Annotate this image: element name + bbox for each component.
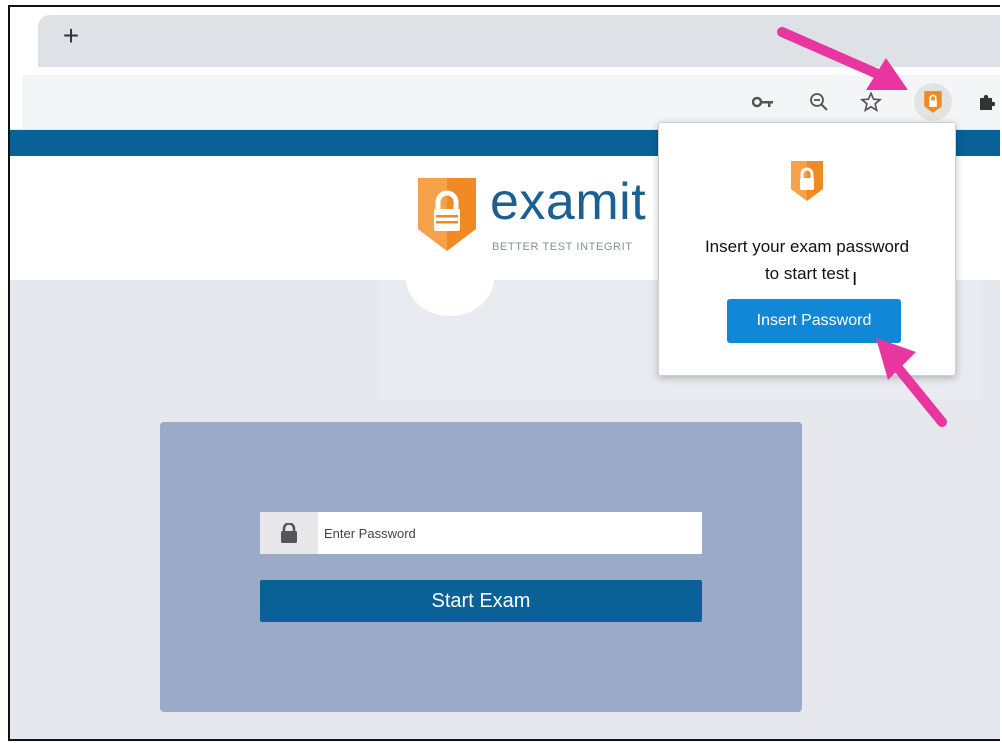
popup-message-line2: to start test xyxy=(764,264,850,283)
examity-logo-icon xyxy=(414,175,480,253)
annotation-arrow-bottom xyxy=(876,338,947,427)
text-cursor-icon: I xyxy=(852,269,858,290)
puzzle-extensions-icon[interactable] xyxy=(972,87,1000,117)
password-input[interactable] xyxy=(318,512,702,554)
brand-name: examit xyxy=(490,173,647,231)
start-exam-button[interactable]: Start Exam xyxy=(260,580,702,622)
brand-tagline: BETTER TEST INTEGRIT xyxy=(492,241,633,253)
lock-icon xyxy=(260,512,318,554)
password-field-group xyxy=(260,512,702,554)
new-tab-button[interactable]: + xyxy=(56,22,86,50)
browser-window: + examit BETTER TEST INTEGRIT Start Exam… xyxy=(8,5,1000,741)
popup-message: Insert your exam password to start test xyxy=(659,233,955,287)
annotation-arrow-top xyxy=(777,27,908,90)
login-card: Start Exam xyxy=(160,422,802,712)
examity-badge-icon xyxy=(789,159,825,203)
popup-message-line1: Insert your exam password xyxy=(704,237,910,256)
